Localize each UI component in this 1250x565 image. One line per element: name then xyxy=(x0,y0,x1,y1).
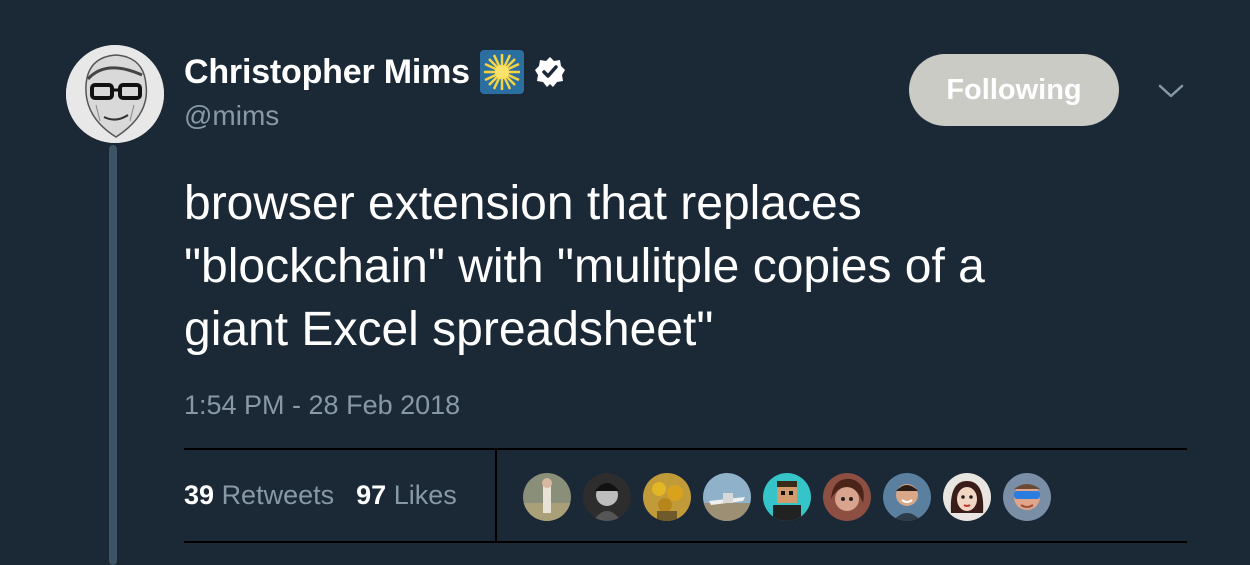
liker-avatar-4[interactable] xyxy=(702,472,752,522)
likes-stat[interactable]: 97 Likes xyxy=(356,480,457,511)
author-display-name[interactable]: Christopher Mims xyxy=(184,53,470,92)
likes-count: 97 xyxy=(356,480,387,510)
stats-divider xyxy=(495,450,497,541)
sunburst-emoji-icon xyxy=(479,50,524,94)
retweets-label: Retweets xyxy=(221,480,335,510)
liker-avatar-6[interactable] xyxy=(822,472,872,522)
liker-avatar-8[interactable] xyxy=(942,472,992,522)
sketch-portrait-icon xyxy=(66,45,164,143)
liker-avatar-5[interactable] xyxy=(762,472,812,522)
liker-avatar-2[interactable] xyxy=(582,472,632,522)
thread-line xyxy=(109,145,117,565)
following-button[interactable]: Following xyxy=(909,54,1119,126)
liker-avatar-1[interactable] xyxy=(522,472,572,522)
retweets-count: 39 xyxy=(184,480,215,510)
likers-avatar-row xyxy=(522,472,1062,522)
divider-bottom xyxy=(184,541,1187,543)
retweets-stat[interactable]: 39 Retweets xyxy=(184,480,334,511)
author-avatar[interactable] xyxy=(66,45,164,143)
tweet-stats: 39 Retweets 97 Likes xyxy=(184,480,457,511)
tweet-text: browser extension that replaces "blockch… xyxy=(184,177,985,356)
tweet-timestamp[interactable]: 1:54 PM - 28 Feb 2018 xyxy=(184,390,460,421)
chevron-down-icon[interactable] xyxy=(1156,80,1186,102)
liker-avatar-9[interactable] xyxy=(1002,472,1052,522)
liker-avatar-7[interactable] xyxy=(882,472,932,522)
likes-label: Likes xyxy=(393,480,457,510)
author-handle[interactable]: @mims xyxy=(184,100,279,132)
author-name-row: Christopher Mims xyxy=(184,50,566,94)
verified-check-icon xyxy=(534,56,566,88)
liker-avatar-3[interactable] xyxy=(642,472,692,522)
divider-top xyxy=(184,448,1187,450)
